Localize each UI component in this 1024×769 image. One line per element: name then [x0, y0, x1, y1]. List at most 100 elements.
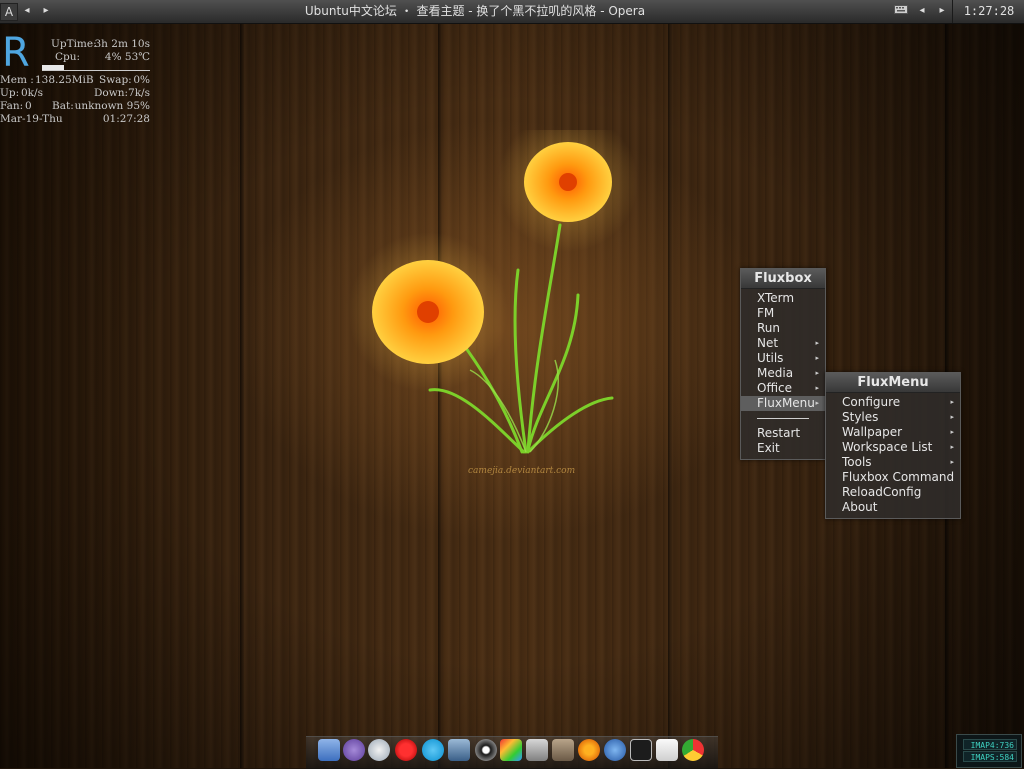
prev-workspace-button[interactable]: ◂ [19, 3, 35, 19]
submenu-arrow-icon: ▸ [950, 413, 954, 421]
keyboard-icon-glyph [894, 5, 908, 14]
mem-label: Mem : [0, 74, 34, 86]
menu-item-wallpaper[interactable]: Wallpaper ▸ [826, 425, 960, 440]
text-editor-icon[interactable] [656, 739, 678, 761]
bat-label: Bat: [52, 100, 74, 112]
menu-item-fluxmenu[interactable]: FluxMenu ▸ [741, 396, 825, 411]
down-label: Down: [94, 87, 129, 99]
network-icon[interactable] [448, 739, 470, 761]
media-player-icon[interactable] [475, 739, 497, 761]
fan-label: Fan: [0, 100, 24, 112]
swap-label: Swap: [99, 74, 132, 86]
cpu-graph-fill [42, 65, 64, 70]
conky-time: 01:27:28 [102, 113, 150, 125]
submenu-arrow-icon: ▸ [815, 399, 819, 407]
folder-icon[interactable] [318, 739, 340, 761]
toolbar-clock: 1:27:28 [952, 0, 1024, 23]
menu-item-tools[interactable]: Tools ▸ [826, 455, 960, 470]
plank-seam [240, 22, 244, 768]
menu-item-exit[interactable]: Exit [741, 441, 825, 456]
menu-item-label: Net [757, 336, 779, 350]
cpu-graph [42, 64, 150, 71]
imap4-count: IMAP4:736 [963, 739, 1017, 750]
menu-item-about[interactable]: About [826, 500, 960, 515]
cpu-row: Cpu: 4% 53℃ [0, 51, 150, 64]
menu-item-label: Wallpaper [842, 425, 903, 439]
prev-window-button[interactable]: ◂ [914, 3, 930, 19]
opera-icon[interactable] [395, 739, 417, 761]
menu-item-restart[interactable]: Restart [741, 426, 825, 441]
menu-item-label: Exit [757, 441, 780, 455]
menu-item-label: ReloadConfig [842, 485, 922, 499]
pidgin-icon[interactable] [368, 739, 390, 761]
menu-item-net[interactable]: Net ▸ [741, 336, 825, 351]
uptime-label: UpTime: [51, 38, 97, 50]
menu-item-workspace-list[interactable]: Workspace List ▸ [826, 440, 960, 455]
next-window-button[interactable]: ▸ [934, 3, 950, 19]
submenu-arrow-icon: ▸ [815, 339, 819, 347]
submenu-arrow-icon: ▸ [950, 428, 954, 436]
menu-item-label: Configure [842, 395, 901, 409]
color-icon[interactable] [500, 739, 522, 761]
uptime-row: UpTime: 3h 2m 10s [0, 38, 150, 51]
mail-monitor[interactable]: IMAP4:736 IMAPS:584 [956, 734, 1022, 768]
terminal-icon[interactable] [630, 739, 652, 761]
fluxmenu-submenu: FluxMenu Configure ▸ Styles ▸ Wallpaper ▸ W… [825, 372, 961, 519]
menu-item-office[interactable]: Office ▸ [741, 381, 825, 396]
fluxbox-toolbar: A ◂ ▸ Ubuntu中文论坛 ・ 查看主题 - 换了个黑不拉叽的风格 - O… [0, 0, 1024, 24]
cpu-value: 4% 53℃ [104, 51, 150, 63]
menu-item-configure[interactable]: Configure ▸ [826, 395, 960, 410]
menu-item-label: Tools [842, 455, 872, 469]
down-value: 7k/s [128, 87, 150, 99]
next-workspace-button[interactable]: ▸ [38, 3, 54, 19]
fan-bat-row: Fan: 0 Bat: unknown 95% [0, 100, 150, 113]
workspace-button[interactable]: A [0, 3, 18, 21]
tools-icon[interactable] [526, 739, 548, 761]
skype-icon[interactable] [422, 739, 444, 761]
menu-item-label: Run [757, 321, 781, 335]
submenu-arrow-icon: ▸ [950, 398, 954, 406]
gimp-icon[interactable] [552, 739, 574, 761]
menu-item-run[interactable]: Run [741, 321, 825, 336]
flower-artwork [350, 130, 638, 454]
submenu-arrow-icon: ▸ [815, 354, 819, 362]
wallpaper-signature: camejia.deviantart.com [468, 466, 576, 476]
plank-seam [668, 22, 672, 768]
firefox-icon[interactable] [578, 739, 600, 761]
menu-item-utils[interactable]: Utils ▸ [741, 351, 825, 366]
window-title[interactable]: Ubuntu中文论坛 ・ 查看主题 - 换了个黑不拉叽的风格 - Opera [180, 0, 770, 23]
conky-date: Mar-19-Thu [0, 113, 63, 125]
menu-item-label: Office [757, 381, 793, 395]
swap-value: 0% [133, 74, 150, 86]
up-value: 0k/s [21, 87, 43, 99]
submenu-arrow-icon: ▸ [950, 458, 954, 466]
menu-item-label: Restart [757, 426, 801, 440]
imaps-count: IMAPS:584 [963, 751, 1017, 762]
menu-title: Fluxbox [741, 269, 825, 289]
menu-item-label: Utils [757, 351, 784, 365]
up-label: Up: [0, 87, 20, 99]
menu-item-label: FM [757, 306, 775, 320]
keyboard-icon[interactable] [893, 3, 909, 19]
menu-item-media[interactable]: Media ▸ [741, 366, 825, 381]
menu-item-label: Workspace List [842, 440, 933, 454]
thunderbird-icon[interactable] [604, 739, 626, 761]
menu-item-xterm[interactable]: XTerm [741, 291, 825, 306]
menu-item-fm[interactable]: FM [741, 306, 825, 321]
submenu-arrow-icon: ▸ [950, 443, 954, 451]
bat-value: unknown 95% [74, 100, 150, 112]
menu-item-label: About [842, 500, 878, 514]
mem-row: Mem : 138.25MiB Swap: 0% [0, 74, 150, 87]
submenu-arrow-icon: ▸ [815, 369, 819, 377]
net-row: Up: 0k/s Down: 7k/s [0, 87, 150, 100]
menu-item-reloadconfig[interactable]: ReloadConfig [826, 485, 960, 500]
chrome-icon[interactable] [682, 739, 704, 761]
menu-item-fluxbox-command[interactable]: Fluxbox Command [826, 470, 960, 485]
emacs-icon[interactable] [343, 739, 365, 761]
menu-item-label: Fluxbox Command [842, 470, 955, 484]
menu-item-styles[interactable]: Styles ▸ [826, 410, 960, 425]
menu-item-label: Media [757, 366, 794, 380]
fan-value: 0 [25, 100, 32, 112]
submenu-arrow-icon: ▸ [815, 384, 819, 392]
menu-title: FluxMenu [826, 373, 960, 393]
